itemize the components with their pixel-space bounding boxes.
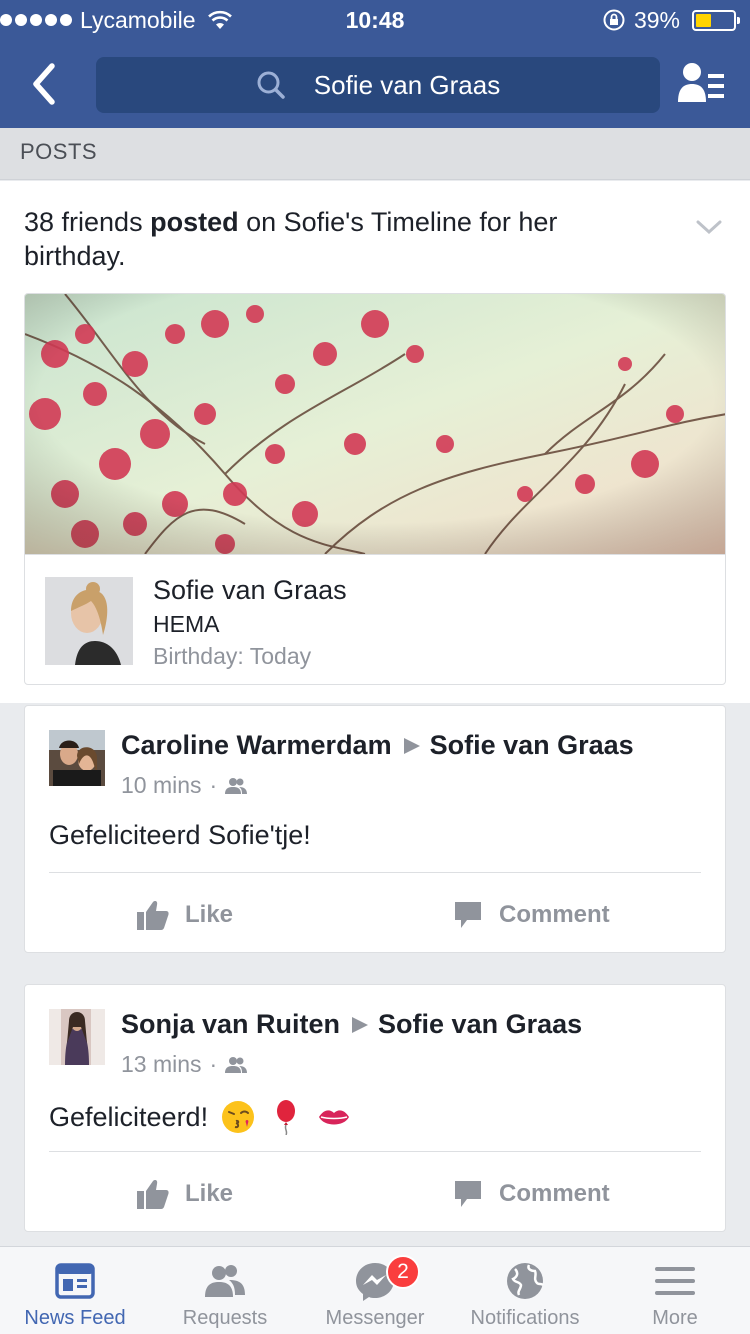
hamburger-icon	[655, 1267, 695, 1295]
post-target[interactable]: Sofie van Graas	[378, 1009, 582, 1040]
battery-icon	[692, 9, 740, 31]
battery-percent: 39%	[633, 7, 680, 33]
status-right: 39%	[602, 0, 740, 40]
friends-privacy-icon	[225, 777, 248, 794]
search-icon	[257, 71, 285, 99]
messenger-badge: 2	[386, 1255, 420, 1289]
comment-icon	[455, 902, 481, 928]
birthday-card: 38 friends posted on Sofie's Timeline fo…	[0, 181, 750, 703]
birthday-summary-prefix: 38 friends	[24, 207, 151, 237]
meta-separator: ·	[209, 1051, 218, 1077]
avatar[interactable]	[45, 577, 133, 665]
profile-name[interactable]: Sofie van Graas	[153, 575, 347, 606]
rotation-lock-icon	[603, 9, 625, 31]
status-bar: Lycamobile 10:48 39%	[0, 0, 750, 40]
post-message: Gefeliciteerd!	[49, 1099, 352, 1135]
tab-label: More	[652, 1307, 698, 1329]
like-label: Like	[185, 1180, 234, 1207]
comment-label: Comment	[499, 901, 610, 928]
search-query: Sofie van Graas	[313, 69, 501, 100]
tab-label: Notifications	[470, 1307, 580, 1329]
tab-label: News Feed	[24, 1307, 126, 1329]
tab-news-feed[interactable]: News Feed	[0, 1247, 150, 1334]
tab-label: Requests	[182, 1307, 268, 1329]
arrow-right-icon	[352, 1016, 369, 1033]
like-button[interactable]: Like	[137, 892, 233, 938]
post-target[interactable]: Sofie van Graas	[430, 730, 634, 761]
like-button[interactable]: Like	[137, 1171, 233, 1217]
comment-label: Comment	[499, 1180, 610, 1207]
post-card: Sonja van Ruiten Sofie van Graas 13 mins…	[24, 984, 726, 1232]
post-author[interactable]: Caroline Warmerdam	[121, 730, 392, 761]
post-card: Caroline Warmerdam Sofie van Graas 10 mi…	[24, 705, 726, 953]
post-meta: 10 mins ·	[121, 772, 248, 799]
tab-notifications[interactable]: Notifications	[450, 1247, 600, 1334]
arrow-right-icon	[403, 737, 420, 754]
balloon-emoji	[277, 1100, 296, 1135]
tab-requests[interactable]: Requests	[150, 1247, 300, 1334]
search-input[interactable]: Sofie van Graas	[96, 57, 660, 113]
post-header: Sonja van Ruiten Sofie van Graas	[121, 1009, 582, 1040]
divider	[49, 1151, 701, 1152]
post-header: Caroline Warmerdam Sofie van Graas	[121, 730, 634, 761]
profile-work: HEMA	[153, 611, 220, 637]
tab-bar: News Feed Requests 2 Messenger Notificat…	[0, 1246, 750, 1334]
birthday-summary-bold: posted	[150, 207, 239, 237]
comment-icon	[455, 1181, 481, 1207]
thumbs-up-icon	[137, 1180, 169, 1209]
back-chevron-icon[interactable]	[22, 56, 66, 112]
thumbs-up-icon	[137, 901, 169, 930]
friend-requests-icon	[205, 1265, 245, 1297]
comment-button[interactable]: Comment	[453, 892, 610, 938]
friends-privacy-icon	[225, 1056, 248, 1073]
avatar[interactable]	[49, 1009, 105, 1065]
post-meta: 13 mins ·	[121, 1051, 248, 1078]
birthday-summary: 38 friends posted on Sofie's Timeline fo…	[24, 205, 644, 273]
tab-messenger[interactable]: 2 Messenger	[300, 1247, 450, 1334]
profile-preview[interactable]: Sofie van Graas HEMA Birthday: Today	[24, 293, 726, 685]
divider	[49, 872, 701, 873]
post-time[interactable]: 10 mins	[121, 772, 202, 799]
tab-label: Messenger	[325, 1307, 425, 1329]
post-author[interactable]: Sonja van Ruiten	[121, 1009, 340, 1040]
avatar[interactable]	[49, 730, 105, 786]
like-label: Like	[185, 901, 234, 928]
meta-separator: ·	[209, 772, 218, 798]
section-header-posts: POSTS	[0, 128, 750, 180]
kissing-face-emoji	[222, 1101, 255, 1133]
profile-birthday: Birthday: Today	[153, 643, 312, 669]
post-message-text: Gefeliciteerd!	[49, 1101, 209, 1132]
cover-photo-blossom	[25, 294, 725, 554]
tab-more[interactable]: More	[600, 1247, 750, 1334]
friends-list-icon[interactable]	[676, 60, 728, 108]
top-bar: Lycamobile 10:48 39% Sofie van Graas	[0, 0, 750, 128]
comment-button[interactable]: Comment	[453, 1171, 610, 1217]
kiss-mark-emoji	[319, 1110, 350, 1125]
chevron-down-icon[interactable]	[696, 219, 722, 235]
news-feed-icon	[55, 1263, 95, 1299]
post-message: Gefeliciteerd Sofie'tje!	[49, 820, 311, 850]
profile-row: Sofie van Graas HEMA Birthday: Today	[25, 554, 725, 684]
post-time[interactable]: 13 mins	[121, 1051, 202, 1078]
globe-icon	[507, 1263, 544, 1299]
